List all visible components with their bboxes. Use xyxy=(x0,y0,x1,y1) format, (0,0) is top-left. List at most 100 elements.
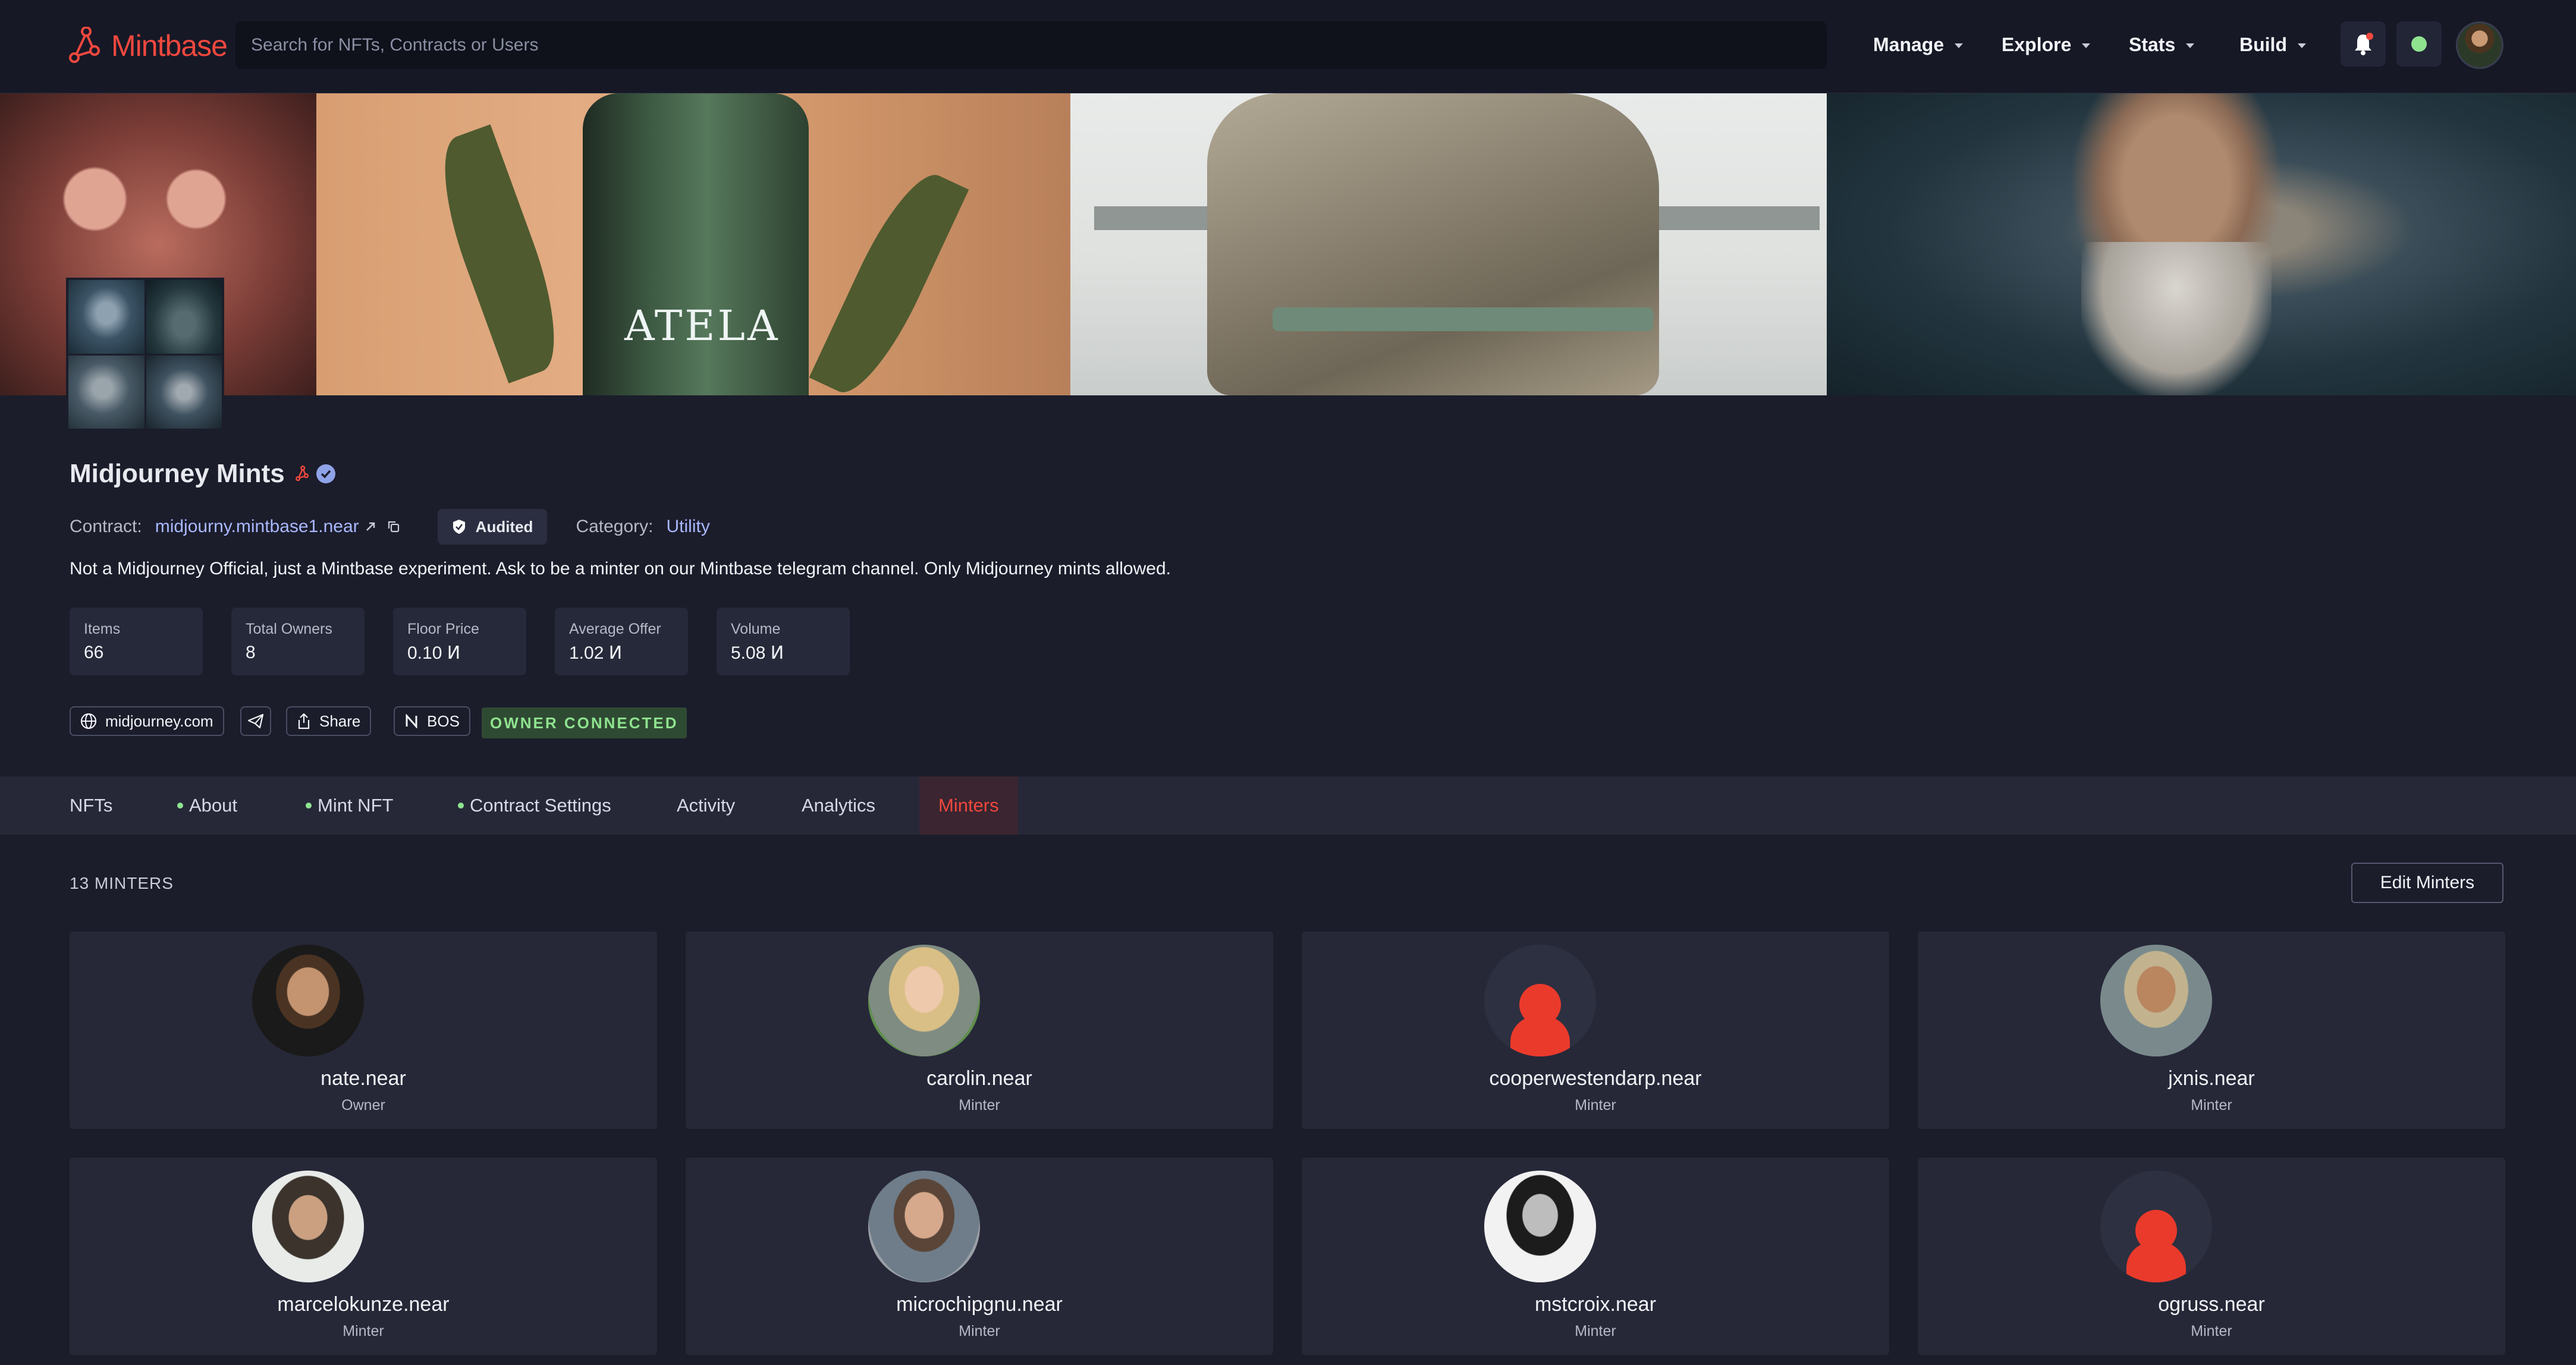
tab-contract-settings[interactable]: Contract Settings xyxy=(458,776,611,835)
menu-stats[interactable]: Stats xyxy=(2129,30,2195,59)
network-status-button[interactable] xyxy=(2396,21,2442,67)
chevron-down-icon xyxy=(2186,43,2195,48)
contract-link[interactable]: midjourny.mintbase1.near xyxy=(155,517,359,537)
stat-floor-price: Floor Price 0.10 Ͷ xyxy=(393,608,526,675)
minter-role: Minter xyxy=(2191,1323,2232,1339)
category-value[interactable]: Utility xyxy=(667,517,710,537)
thumbnail-tile xyxy=(68,280,144,354)
minter-role: Minter xyxy=(959,1323,1000,1339)
tab-about[interactable]: About xyxy=(177,776,237,835)
avatar xyxy=(2100,945,2212,1056)
minter-name: microchipgnu.near xyxy=(896,1293,1063,1316)
thumbnail-tile xyxy=(146,355,222,429)
minter-name: cooperwestendarp.near xyxy=(1489,1067,1702,1090)
tab-label: Analytics xyxy=(802,795,876,816)
stat-label: Floor Price xyxy=(407,621,479,637)
status-dot-icon xyxy=(458,803,464,809)
minter-name: jxnis.near xyxy=(2168,1067,2255,1090)
thumbnail-tile xyxy=(68,355,144,429)
stat-average-offer: Average Offer 1.02 Ͷ xyxy=(555,608,688,675)
avatar xyxy=(868,945,980,1056)
minter-card[interactable]: carolin.near Minter xyxy=(686,932,1273,1129)
tab-activity[interactable]: Activity xyxy=(677,776,735,835)
tab-mint-nft[interactable]: Mint NFT xyxy=(306,776,393,835)
menu-explore[interactable]: Explore xyxy=(2002,30,2091,59)
tab-label: Activity xyxy=(677,795,736,816)
copy-icon[interactable] xyxy=(387,520,401,534)
banner-bottle-text: ATELA xyxy=(624,301,780,350)
chevron-down-icon xyxy=(2082,43,2091,48)
minter-name: nate.near xyxy=(321,1067,406,1090)
search-input[interactable] xyxy=(251,35,1827,55)
menu-build[interactable]: Build xyxy=(2239,30,2306,59)
minter-role: Minter xyxy=(1575,1097,1616,1114)
edit-minters-button[interactable]: Edit Minters xyxy=(2351,863,2503,903)
share-icon xyxy=(298,713,310,729)
stat-value: 66 xyxy=(84,643,104,662)
thumbnail-tile xyxy=(146,280,222,354)
status-dot-icon xyxy=(2411,36,2427,52)
notifications-button[interactable] xyxy=(2341,21,2386,67)
tab-label: Contract Settings xyxy=(470,795,611,816)
brand-name: Mintbase xyxy=(111,29,228,62)
external-link-icon[interactable] xyxy=(364,520,377,533)
tab-label: Minters xyxy=(938,795,999,816)
avatar xyxy=(252,1171,364,1282)
telegram-icon xyxy=(247,713,264,729)
stat-items: Items 66 xyxy=(70,608,203,675)
tab-label: About xyxy=(189,795,238,816)
stat-label: Total Owners xyxy=(246,621,332,637)
contract-label: Contract: xyxy=(70,517,142,536)
collection-description: Not a Midjourney Official, just a Mintba… xyxy=(70,559,1171,578)
mintbase-logo-icon xyxy=(69,27,100,63)
menu-stats-label: Stats xyxy=(2129,33,2176,55)
minter-card[interactable]: jxnis.near Minter xyxy=(1918,932,2505,1129)
tab-analytics[interactable]: Analytics xyxy=(802,776,875,835)
minter-role: Minter xyxy=(343,1323,384,1339)
menu-manage[interactable]: Manage xyxy=(1873,30,1964,59)
avatar xyxy=(252,945,364,1056)
menu-manage-label: Manage xyxy=(1873,33,1944,55)
minter-role: Owner xyxy=(341,1097,385,1114)
website-link-button[interactable]: midjourney.com xyxy=(70,706,224,736)
audited-label: Audited xyxy=(475,517,533,536)
minter-card[interactable]: nate.near Owner xyxy=(70,932,657,1129)
brand-logo[interactable]: Mintbase xyxy=(68,25,228,67)
telegram-link-button[interactable] xyxy=(240,706,271,736)
user-avatar[interactable] xyxy=(2456,21,2503,69)
tab-label: Mint NFT xyxy=(318,795,394,816)
stat-label: Average Offer xyxy=(569,621,661,637)
top-nav: Mintbase Manage Explore Stats Build xyxy=(0,0,2576,93)
minter-name: marcelokunze.near xyxy=(277,1293,450,1316)
bos-link-button[interactable]: BOS xyxy=(394,706,470,736)
stat-label: Items xyxy=(84,621,121,637)
stat-value: 8 xyxy=(246,643,256,662)
bos-label: BOS xyxy=(427,712,460,730)
status-dot-icon xyxy=(177,803,183,809)
collection-banner: ATELA xyxy=(0,93,2576,395)
search-bar[interactable] xyxy=(235,21,1827,69)
minter-card[interactable]: marcelokunze.near Minter xyxy=(70,1158,657,1355)
tab-nfts[interactable]: NFTs xyxy=(70,776,112,835)
tab-label: NFTs xyxy=(70,795,113,816)
shield-icon xyxy=(453,520,465,534)
share-button[interactable]: Share xyxy=(286,706,372,736)
menu-explore-label: Explore xyxy=(2002,33,2072,55)
banner-oldman-beard xyxy=(2081,242,2272,395)
stat-value: 5.08 Ͷ xyxy=(731,643,784,663)
share-label: Share xyxy=(319,712,361,730)
menu-build-label: Build xyxy=(2239,33,2287,55)
minter-name: mstcroix.near xyxy=(1534,1293,1657,1316)
audited-badge: Audited xyxy=(437,509,548,545)
globe-icon xyxy=(80,713,97,729)
minter-card[interactable]: mstcroix.near Minter xyxy=(1302,1158,1889,1355)
near-icon xyxy=(406,714,417,728)
minter-card[interactable]: cooperwestendarp.near Minter xyxy=(1302,932,1889,1129)
minter-name: carolin.near xyxy=(926,1067,1032,1090)
minter-card[interactable]: ogruss.near Minter xyxy=(1918,1158,2505,1355)
tab-minters[interactable]: Minters xyxy=(919,776,1018,835)
stat-value: 1.02 Ͷ xyxy=(569,643,623,663)
minter-card[interactable]: microchipgnu.near Minter xyxy=(686,1158,1273,1355)
chevron-down-icon xyxy=(1955,43,1964,48)
verified-icon xyxy=(316,464,335,483)
